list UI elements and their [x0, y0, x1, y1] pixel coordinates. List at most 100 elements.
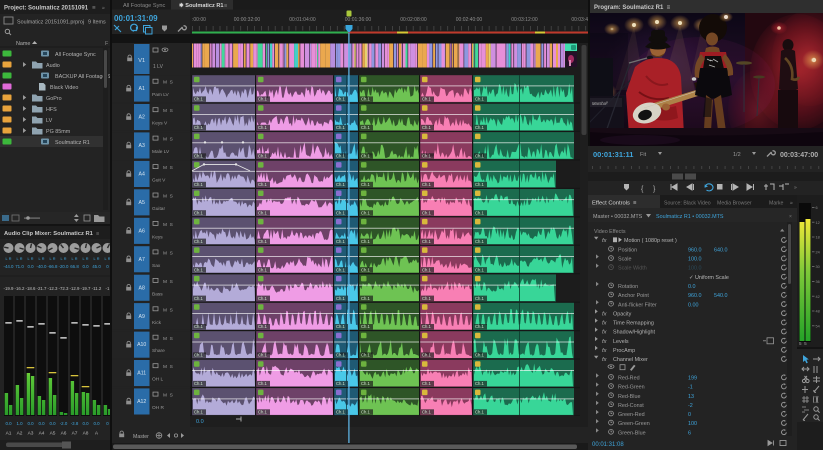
svg-text:Video Effects: Video Effects: [594, 229, 626, 235]
svg-text:Ch.1: Ch.1: [194, 353, 204, 358]
svg-text:Soulmaticz 20151091.prproj: Soulmaticz 20151091.prproj: [17, 20, 84, 26]
svg-text:0.0: 0.0: [49, 421, 56, 426]
svg-text:Ch.1: Ch.1: [336, 381, 346, 386]
svg-text:-19.7: -19.7: [80, 286, 91, 291]
svg-text:Ch.1: Ch.1: [422, 381, 432, 386]
svg-text:Ch.1: Ch.1: [361, 353, 371, 358]
svg-text:Share: Share: [152, 348, 165, 354]
svg-text:✓ Uniform Scale: ✓ Uniform Scale: [689, 275, 729, 281]
svg-text:Ch.1: Ch.1: [336, 182, 346, 187]
svg-text:Position: Position: [618, 247, 637, 253]
svg-text:Red-Red: Red-Red: [618, 376, 640, 382]
svg-text:Fit: Fit: [640, 152, 647, 158]
svg-text:A6: A6: [61, 431, 67, 437]
svg-text:Media Browser: Media Browser: [717, 201, 752, 207]
svg-text:Ch.1: Ch.1: [336, 154, 346, 159]
svg-text:A2: A2: [139, 115, 145, 121]
svg-text:L R: L R: [6, 257, 12, 261]
svg-text:A4: A4: [39, 431, 45, 437]
svg-text:M S: M S: [163, 364, 173, 370]
svg-text:71.0: 71.0: [15, 264, 24, 269]
svg-text:640.0: 640.0: [714, 247, 728, 253]
svg-text:Ch.1: Ch.1: [336, 267, 346, 272]
svg-text:≡: ≡: [224, 3, 227, 9]
svg-text:Ch.1: Ch.1: [258, 324, 268, 329]
svg-text:Green-Blue: Green-Blue: [618, 430, 646, 436]
svg-text:A3: A3: [28, 431, 34, 437]
svg-text:00:03:4: 00:03:4: [571, 17, 588, 23]
svg-text:Kick: Kick: [152, 320, 162, 326]
svg-text:Ch.1: Ch.1: [194, 97, 204, 102]
svg-text:-66.8: -66.8: [47, 264, 58, 269]
svg-text:0.0: 0.0: [93, 421, 100, 426]
svg-text:L R: L R: [94, 257, 100, 261]
svg-text:0.0: 0.0: [688, 284, 696, 290]
svg-text:Ch.1: Ch.1: [336, 239, 346, 244]
svg-text:M S: M S: [163, 250, 173, 256]
svg-text:Ch.1: Ch.1: [361, 182, 371, 187]
svg-text:Ch.1: Ch.1: [475, 154, 485, 159]
svg-text:Ch.1: Ch.1: [258, 267, 268, 272]
svg-text:Ch.1: Ch.1: [475, 182, 485, 187]
svg-text:Ch.1: Ch.1: [194, 410, 204, 415]
svg-text:Ch.1: Ch.1: [422, 296, 432, 301]
svg-text:Ch.1: Ch.1: [475, 410, 485, 415]
svg-text:≡: ≡: [96, 231, 99, 237]
svg-text:0.00: 0.00: [688, 302, 699, 308]
svg-text:Rotation: Rotation: [618, 284, 638, 290]
svg-text:All Footage Sync: All Footage Sync: [123, 3, 165, 9]
svg-text:M S: M S: [163, 336, 173, 342]
svg-text:12: 12: [816, 221, 820, 225]
svg-text:LV: LV: [46, 118, 53, 124]
svg-text:Scale: Scale: [618, 257, 632, 263]
svg-text:Bass: Bass: [152, 291, 163, 297]
svg-text:-20.0: -20.0: [58, 264, 69, 269]
svg-text:Marke: Marke: [769, 201, 784, 207]
svg-text:00:01:04:00: 00:01:04:00: [289, 17, 316, 23]
svg-text:Opacity: Opacity: [613, 311, 632, 317]
svg-text::00:00: :00:00: [192, 17, 206, 23]
svg-text:Scale Width: Scale Width: [618, 266, 647, 272]
svg-text:Ch.1: Ch.1: [475, 97, 485, 102]
svg-text:A9: A9: [139, 314, 145, 320]
svg-text:1.0: 1.0: [16, 421, 23, 426]
svg-text:Ch.1: Ch.1: [336, 125, 346, 130]
svg-text:1 LV: 1 LV: [153, 64, 164, 70]
svg-text:199: 199: [688, 376, 697, 382]
svg-text:00:01:31:08: 00:01:31:08: [592, 442, 624, 448]
svg-text:Guit V: Guit V: [152, 178, 166, 184]
svg-text:-12.3: -12.3: [47, 286, 58, 291]
svg-text:36: 36: [816, 280, 820, 284]
svg-text:6: 6: [688, 430, 691, 436]
svg-text:Ch.1: Ch.1: [475, 296, 485, 301]
svg-text:Ch.1: Ch.1: [422, 125, 432, 130]
svg-text:Ch.1: Ch.1: [422, 239, 432, 244]
svg-text:Channel Mixer: Channel Mixer: [613, 357, 648, 363]
svg-text:Ch.1: Ch.1: [194, 296, 204, 301]
svg-text:A7: A7: [139, 257, 145, 263]
svg-text:Ch.1: Ch.1: [422, 353, 432, 358]
svg-text:A7: A7: [72, 431, 78, 437]
svg-text:00:01:31:11: 00:01:31:11: [593, 150, 633, 159]
svg-text:30: 30: [816, 265, 820, 269]
svg-text:L R: L R: [17, 257, 23, 261]
svg-text:≡: ≡: [92, 6, 96, 12]
svg-text:0.0: 0.0: [5, 421, 12, 426]
svg-text:Ch.1: Ch.1: [194, 182, 204, 187]
svg-text:Soulmaticz R1 • 00032.MTS: Soulmaticz R1 • 00032.MTS: [656, 214, 724, 220]
svg-text:6: 6: [816, 206, 818, 210]
svg-text:Ch.1: Ch.1: [194, 381, 204, 386]
svg-text:Soulmaticz R1: Soulmaticz R1: [55, 140, 90, 146]
svg-text:A8: A8: [139, 285, 145, 291]
svg-text:Ch.1: Ch.1: [258, 125, 268, 130]
svg-text:100.0: 100.0: [688, 266, 702, 272]
svg-text:-11.2: -11.2: [92, 286, 102, 291]
svg-text:ProcAmp: ProcAmp: [613, 348, 635, 354]
svg-text:Ch.1: Ch.1: [422, 182, 432, 187]
svg-text:24: 24: [816, 250, 820, 254]
svg-text:Motion ( 1080p reset ): Motion ( 1080p reset ): [624, 238, 677, 244]
svg-text:100: 100: [688, 421, 697, 427]
svg-text:0.0: 0.0: [27, 421, 34, 426]
svg-text:PG 85mm: PG 85mm: [46, 129, 71, 135]
svg-text:0.0: 0.0: [27, 264, 34, 269]
